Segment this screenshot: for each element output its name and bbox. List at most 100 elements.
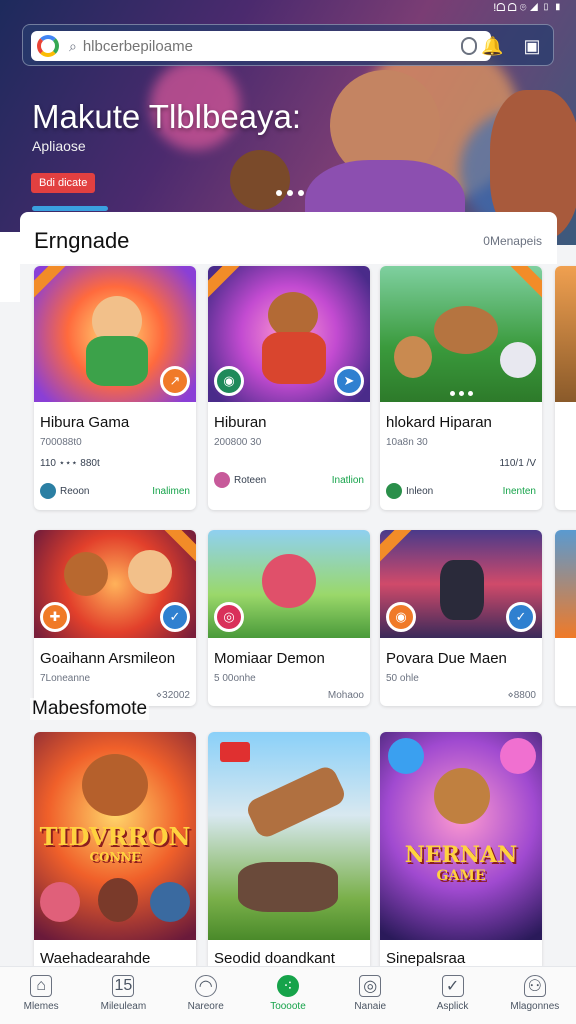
carousel-dots[interactable] [276,190,304,196]
nav-item-profile[interactable]: ⚇ Mlagonnes [494,967,576,1024]
section-tab-indicator [32,206,108,211]
game-art: ✚ ✓ [34,530,196,638]
dog-shape [434,306,498,354]
game-meta: 50 ohle [386,673,419,684]
game-card[interactable]: TIDVRRON CONNE Waehadearahde [34,732,196,972]
bubble-shape [500,738,536,774]
calendar-icon: 15 [112,975,135,997]
bear-shape [82,754,148,816]
game-art [208,732,370,940]
menu-square-icon[interactable]: ▣ [521,35,543,57]
game-card[interactable]: hlokard Hiparan 10a8n 30 110/1 /V Inleon… [380,266,542,510]
image-icon: ◎ [359,975,382,997]
crowd-shape [238,862,338,912]
bear-shape [64,552,108,596]
game-art: TIDVRRON CONNE [34,732,196,940]
install-button[interactable]: Inenten [503,486,536,497]
game-card[interactable]: Seodid doandkant [208,732,370,972]
nav-item-message[interactable]: ✓ Asplick [411,967,493,1024]
game-meta: 5 00onhe [214,673,256,684]
game-art [380,266,542,402]
game-card-peek[interactable] [555,266,576,510]
game-meta: 10a8n 30 [386,437,428,448]
section-title: Erngnade [34,228,130,253]
dog-shape [394,336,432,378]
app-badge-icon: ◉ [386,602,416,632]
game-title: Povara Due Maen [386,650,507,667]
play-icon[interactable]: ➤ [334,366,364,396]
game-title: Hiburan [214,414,267,431]
install-button[interactable]: Inatlion [332,475,364,486]
bear-shape [262,332,326,384]
install-button[interactable]: Inalimen [152,486,190,497]
ribbon-badge [34,266,67,300]
developer-logo-icon [214,472,230,488]
profile-icon: ⚇ [523,975,546,997]
nav-item-chat[interactable]: ◠ Nareore [165,967,247,1024]
game-title: Momiaar Demon [214,650,325,667]
carousel-dots [450,391,473,396]
game-title: Seodid doandkant [214,950,335,967]
nav-item-games[interactable]: ⁖ Toooote [247,967,329,1024]
game-card[interactable]: ◎ Momiaar Demon 5 00onhe Mohaoo [208,530,370,706]
nav-item-home[interactable]: ⌂ Mlemes [0,967,82,1024]
twitter-icon[interactable]: ✓ [160,602,190,632]
hero-badge[interactable]: Bdi dicate [31,173,96,193]
game-card[interactable]: NERNAN GAME Sinepalsraa [380,732,542,972]
twitter-icon[interactable]: ✓ [506,602,536,632]
crowd-shape [440,560,484,620]
character-shape [40,882,80,922]
developer: Inleon [386,483,433,499]
google-logo-icon [37,35,59,57]
hero-subtitle: Apliaose [32,138,86,154]
mic-icon[interactable] [461,37,477,55]
side-tab [0,232,20,302]
game-card[interactable]: ◉ ✓ Povara Due Maen 50 ohle ⋄8800 [380,530,542,706]
developer-logo-icon [40,483,56,499]
game-logo-subtext: CONNE [89,850,141,864]
share-icon[interactable]: ↗ [160,366,190,396]
game-logo-subtext: GAME [436,868,486,884]
ribbon-badge [509,266,542,300]
developer: Roteen [214,472,266,488]
app-badge-icon: ◉ [214,366,244,396]
game-title: Waehadearahde [40,950,151,967]
chat-icon: ◠ [194,975,217,997]
notification-bell-icon[interactable]: 🔔 [481,35,503,57]
see-more-link[interactable]: 0Menapeis [483,234,542,248]
search-input[interactable] [82,37,423,55]
game-card[interactable]: ✚ ✓ Goaihann Arsmileon 7Loneanne ⋄32002 [34,530,196,706]
game-rating: Mohaoo [327,690,364,701]
bubble-shape [388,738,424,774]
search-field-wrap[interactable]: ⌕ [31,31,491,61]
nav-label: Nareore [187,1001,224,1012]
character-shape [262,554,316,608]
app-badge-icon: ◎ [214,602,244,632]
nav-label: Toooote [270,1001,306,1012]
ribbon-badge [208,266,241,300]
hero-bear [230,150,290,210]
section-label: Mabesfomote [30,698,150,720]
nav-item-calendar[interactable]: 15 Mileuleam [82,967,164,1024]
game-art: NERNAN GAME [380,732,542,940]
developer: Reoon [40,483,89,499]
message-icon: ✓ [441,975,464,997]
game-rating: ⋄8800 [507,690,536,701]
games-icon: ⁖ [276,975,299,997]
game-title: Hibura Gama [40,414,130,431]
character-shape [86,336,148,386]
game-art: ◉ ✓ [380,530,542,638]
app-badge-icon [220,742,250,762]
game-rating: 110/1 /V [499,458,536,469]
game-card[interactable]: ◉ ➤ Hiburan 200800 30 Roteen Inatlion [208,266,370,510]
nav-label: Mlemes [23,1001,59,1012]
game-card-peek[interactable] [555,530,576,706]
game-rating [208,448,370,458]
developer-logo-icon [386,483,402,499]
game-card[interactable]: ↗ Hibura Gama 700088t0 110 ⋆⋆⋆ 880t Reoo… [34,266,196,510]
game-rating: 110 ⋆⋆⋆ 880t [40,458,100,469]
character-shape [128,550,172,594]
nav-item-image[interactable]: ◎ Nanaie [329,967,411,1024]
ribbon-badge [380,530,413,564]
search-bar: ⌕ 🔔 ▣ [22,24,554,66]
